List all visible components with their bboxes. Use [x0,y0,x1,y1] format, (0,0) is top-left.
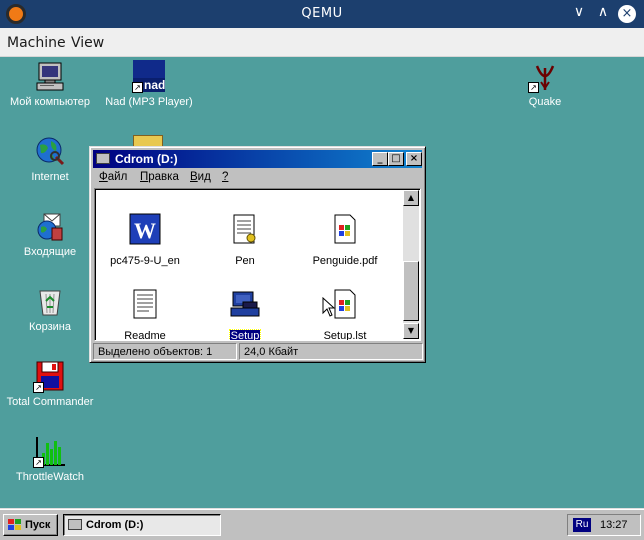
tray-clock[interactable]: 13:27 [600,519,628,531]
file-name: Readme [124,330,166,341]
explorer-menubar: Файл Правка Вид ? [93,169,422,187]
file-name: Setup.lst [323,330,367,341]
shortcut-arrow-icon: ↗ [33,382,44,393]
qemu-titlebar: QEMU ∨ ∧ × [0,0,644,28]
desktop-icon-throttlewatch[interactable]: ↗ ThrottleWatch [0,435,100,483]
desktop-icon-nad-mp3-player[interactable]: nad ↗ Nad (MP3 Player) [99,60,199,108]
my-computer-icon [34,60,66,92]
explorer-close-button[interactable]: × [406,152,422,166]
explorer-window: Cdrom (D:) _ □ × Файл Правка Вид ? W pc4… [89,146,426,363]
desktop-icon-total-commander[interactable]: ↗ Total Commander [0,360,100,408]
desktop-icon-label: Мой компьютер [9,96,91,108]
file-name: Pen [235,255,255,267]
desktop-icon-label: Quake [528,96,562,108]
explorer-statusbar: Выделено объектов: 1 24,0 Кбайт [93,343,423,360]
desktop-icon-label: Total Commander [6,396,94,408]
menu-file[interactable]: Файл [99,171,127,183]
desktop-icon-internet[interactable]: Internet [0,135,100,183]
qemu-menubar: Machine View [0,28,644,57]
desktop-icon-label: ThrottleWatch [15,471,85,483]
quake-icon: ↗ [528,60,561,93]
scrollbar-thumb[interactable] [403,261,419,321]
file-item[interactable]: W pc475-9-U_en [100,213,190,268]
internet-globe-icon [34,135,66,167]
qemu-minimize-button[interactable]: ∨ [570,4,588,20]
cdrom-drive-icon [68,519,82,530]
status-selection-size: 24,0 Кбайт [239,343,423,360]
menu-view[interactable]: Вид [190,171,211,183]
vertical-scrollbar[interactable]: ▲ ▼ [403,190,419,339]
desktop-icon-quake[interactable]: ↗ Quake [495,60,595,108]
explorer-minimize-button[interactable]: _ [372,152,388,166]
file-name: pc475-9-U_en [110,255,180,267]
taskbar-button-label: Cdrom (D:) [86,519,144,531]
desktop-icon-my-computer[interactable]: Мой компьютер [0,60,100,108]
total-commander-icon: ↗ [33,360,66,393]
shortcut-arrow-icon: ↗ [132,82,143,93]
desktop-icon-label: Internet [31,171,69,183]
file-item[interactable]: Readme [100,288,190,341]
desktop-icon-recycle-bin[interactable]: Корзина [0,285,100,333]
menu-machine[interactable]: Machine [7,35,66,51]
file-item-selected[interactable]: Setup [200,288,290,341]
inbox-icon [34,210,66,242]
qemu-close-button[interactable]: × [618,5,636,23]
notepad-icon [229,213,261,245]
language-indicator[interactable]: Ru [573,518,591,532]
start-button-label: Пуск [25,519,51,531]
file-name: Setup [228,329,262,341]
qemu-window-title: QEMU [301,6,343,21]
shortcut-arrow-icon: ↗ [33,457,44,468]
word-document-icon: W [129,213,161,245]
file-item[interactable]: Setup.lst [300,288,390,341]
menu-help[interactable]: ? [222,171,228,183]
text-file-icon [129,288,161,320]
desktop-icon-label: Входящие [23,246,77,258]
system-tray: Ru 13:27 [567,514,641,536]
taskbar: Пуск Cdrom (D:) Ru 13:27 [0,508,644,540]
file-name: Penguide.pdf [312,255,378,267]
setup-program-icon [229,288,261,320]
windows-logo-icon [8,519,21,530]
cdrom-drive-icon [96,153,110,164]
desktop-icon-label: Корзина [29,321,71,333]
nad-badge-text: nad [144,78,166,92]
menu-view[interactable]: View [71,35,104,51]
file-list-view[interactable]: W pc475-9-U_en Pen Penguide.pdf Readme S… [94,188,421,341]
qemu-maximize-button[interactable]: ∧ [594,4,612,20]
windows-file-icon [329,213,361,245]
explorer-maximize-button[interactable]: □ [388,152,404,166]
recycle-bin-icon [34,285,66,317]
status-selection-count: Выделено объектов: 1 [93,343,237,360]
mouse-cursor-icon [322,297,336,317]
nad-mp3-player-icon: nad ↗ [132,60,166,93]
shortcut-arrow-icon: ↗ [528,82,539,93]
explorer-titlebar[interactable]: Cdrom (D:) _ □ × [93,150,422,168]
taskbar-button-cdrom[interactable]: Cdrom (D:) [63,514,221,536]
scroll-down-button[interactable]: ▼ [403,323,419,339]
file-item[interactable]: Penguide.pdf [300,213,390,268]
explorer-window-title: Cdrom (D:) [115,152,178,166]
desktop-icon-label: Nad (MP3 Player) [105,96,193,108]
scroll-up-button[interactable]: ▲ [403,190,419,206]
desktop-icon-inbox[interactable]: Входящие [0,210,100,258]
throttlewatch-icon: ↗ [33,435,66,468]
svg-text:W: W [134,218,156,243]
menu-edit[interactable]: Правка [140,171,179,183]
start-button[interactable]: Пуск [3,514,58,536]
file-item[interactable]: Pen [200,213,290,268]
